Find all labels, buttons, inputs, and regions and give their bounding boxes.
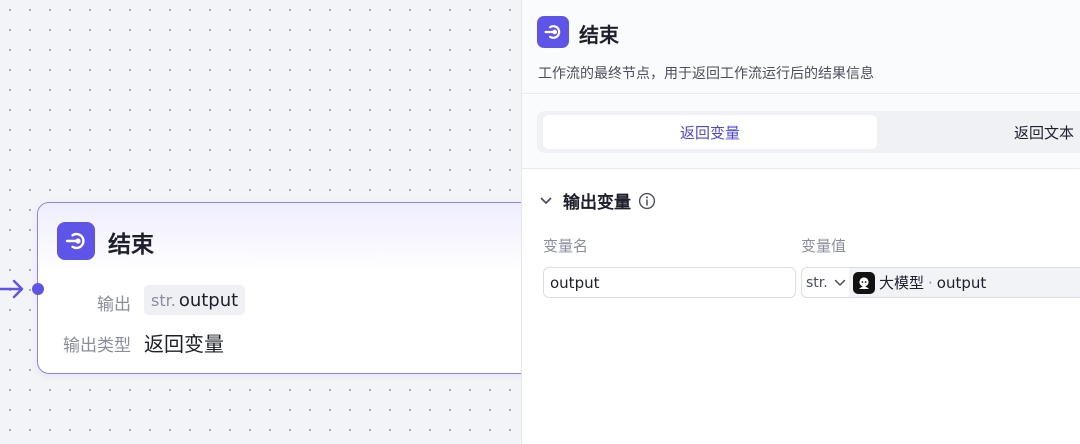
reference-source: 大模型: [879, 274, 925, 292]
variable-name-input[interactable]: [543, 267, 796, 298]
node-output-chip: str. output: [144, 285, 246, 315]
node-output-name: output: [178, 289, 239, 311]
reference-separator: ·: [928, 273, 933, 292]
info-icon[interactable]: [638, 192, 656, 210]
end-node-icon: [57, 222, 95, 260]
incoming-arrow-icon: [0, 279, 24, 299]
end-node[interactable]: 结束 输出 str. output 输出类型 返回变量: [37, 202, 521, 374]
variable-type-value: str.: [806, 274, 828, 291]
reference-variable: output: [936, 273, 987, 292]
node-output-type-value: 返回变量: [144, 332, 224, 356]
tabs-area: 返回变量 返回文本: [522, 95, 1080, 169]
variable-type-select[interactable]: str.: [801, 267, 850, 298]
tab-return-text[interactable]: 返回文本: [882, 115, 1080, 149]
panel-title: 结束: [579, 23, 619, 47]
workflow-canvas[interactable]: 结束 输出 str. output 输出类型 返回变量: [0, 0, 521, 444]
node-output-type-label: 输出类型: [63, 336, 131, 356]
panel-description: 工作流的最终节点，用于返回工作流运行后的结果信息: [538, 66, 874, 82]
column-label-variable-name: 变量名: [543, 237, 589, 255]
llm-icon: [853, 271, 875, 294]
chevron-down-icon: [834, 279, 845, 286]
section-title: 输出变量: [563, 193, 631, 213]
node-output-type-prefix: str.: [151, 290, 176, 310]
node-input-port[interactable]: [32, 283, 44, 295]
column-label-variable-value: 变量值: [801, 237, 847, 255]
panel-end-icon: [537, 16, 569, 48]
output-variables-section-header[interactable]: 输出变量: [539, 188, 656, 213]
node-title: 结束: [108, 232, 154, 258]
chevron-down-icon[interactable]: [539, 194, 553, 208]
tab-switch: 返回变量 返回文本: [537, 111, 1080, 153]
node-output-label: 输出: [97, 295, 131, 315]
panel-header: 结束 工作流的最终节点，用于返回工作流运行后的结果信息: [522, 0, 1080, 94]
node-config-panel: 结束 工作流的最终节点，用于返回工作流运行后的结果信息 返回变量 返回文本 输出…: [521, 0, 1080, 444]
variable-value-reference[interactable]: 大模型 · output: [849, 267, 1080, 298]
tab-return-variable[interactable]: 返回变量: [543, 115, 877, 149]
